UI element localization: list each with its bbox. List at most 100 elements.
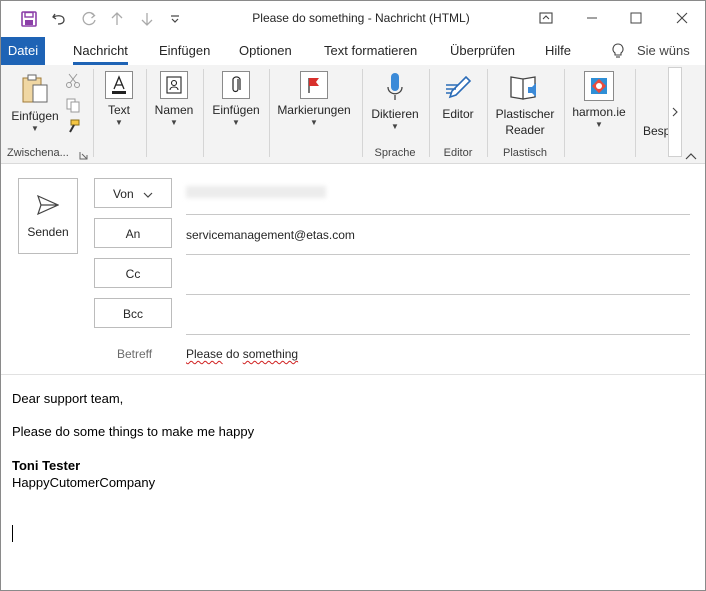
- tab-file[interactable]: Datei: [1, 37, 45, 65]
- paperclip-icon: [222, 71, 250, 99]
- from-address-redacted: [186, 186, 326, 198]
- meeting-button-partial[interactable]: Besp: [643, 123, 671, 139]
- from-button[interactable]: Von: [94, 178, 172, 208]
- tab-format-text[interactable]: Text formatieren: [324, 37, 417, 65]
- compose-header: Senden Von An servicemanagement@etas.com…: [1, 164, 705, 374]
- group-label-immersive: Plastisch: [502, 147, 548, 159]
- editor-label: Editor: [442, 107, 474, 121]
- ribbon-separator: [487, 69, 488, 157]
- text-label: Text: [107, 103, 130, 117]
- harmonie-icon: [584, 71, 614, 101]
- ribbon-separator: [146, 69, 147, 157]
- minimize-button[interactable]: [577, 5, 607, 31]
- from-underline: [186, 214, 690, 215]
- subject-word: do: [222, 347, 243, 361]
- tags-label: Markierungen: [277, 103, 351, 117]
- immersive-reader-button[interactable]: Plastischer Reader: [491, 71, 559, 138]
- customize-toolbar-icon[interactable]: [165, 9, 185, 29]
- outlook-compose-window: Please do something - Nachricht (HTML) D…: [0, 0, 706, 591]
- arrow-up-icon[interactable]: [107, 9, 127, 29]
- insert-label: Einfügen: [212, 103, 260, 117]
- subject-field[interactable]: Please do something: [186, 347, 298, 361]
- editor-pen-icon: [434, 71, 482, 103]
- header-body-divider: [1, 374, 705, 375]
- ribbon-separator: [635, 69, 636, 157]
- dictate-label: Diktieren: [371, 107, 419, 121]
- flag-icon: [300, 71, 328, 99]
- bcc-field[interactable]: [186, 302, 690, 330]
- title-bar: Please do something - Nachricht (HTML): [1, 1, 705, 37]
- send-button[interactable]: Senden: [18, 178, 78, 254]
- tell-me-label: Sie wüns: [637, 43, 690, 58]
- to-field[interactable]: servicemanagement@etas.com: [186, 228, 355, 242]
- microphone-icon: [367, 71, 423, 103]
- harmonie-button[interactable]: harmon.ie ▼: [569, 71, 629, 130]
- ribbon-separator: [362, 69, 363, 157]
- text-button[interactable]: Text ▼: [99, 71, 139, 128]
- cc-button[interactable]: Cc: [94, 258, 172, 288]
- chevron-down-icon: ▼: [391, 122, 399, 131]
- chevron-down-icon: ▼: [595, 120, 603, 129]
- window-title: Please do something - Nachricht (HTML): [252, 11, 470, 25]
- redo-icon[interactable]: [79, 9, 99, 29]
- text-cursor: [12, 525, 13, 542]
- immersive-reader-icon: [491, 71, 559, 103]
- tab-options[interactable]: Optionen: [239, 37, 292, 65]
- undo-icon[interactable]: [49, 9, 69, 29]
- body-greeting: Dear support team,: [12, 391, 124, 406]
- tab-review[interactable]: Überprüfen: [450, 37, 515, 65]
- format-painter-icon[interactable]: [65, 119, 81, 138]
- save-icon[interactable]: [19, 9, 39, 29]
- cc-field[interactable]: [186, 262, 690, 290]
- tags-button[interactable]: Markierungen ▼: [275, 71, 353, 128]
- collapse-ribbon-icon[interactable]: [685, 149, 697, 163]
- editor-button[interactable]: Editor: [434, 71, 482, 122]
- dialog-launcher-icon[interactable]: [79, 149, 88, 163]
- ribbon-display-options-icon[interactable]: [531, 5, 561, 31]
- maximize-button[interactable]: [621, 5, 651, 31]
- ribbon-separator: [429, 69, 430, 157]
- to-underline: [186, 254, 690, 255]
- ribbon-separator: [93, 69, 94, 157]
- insert-button[interactable]: Einfügen ▼: [209, 71, 263, 128]
- bcc-button[interactable]: Bcc: [94, 298, 172, 328]
- signature-name: Toni Tester: [12, 458, 81, 473]
- dictate-button[interactable]: Diktieren ▼: [367, 71, 423, 132]
- chevron-down-icon: ▼: [310, 118, 318, 127]
- arrow-down-icon[interactable]: [137, 9, 157, 29]
- cc-underline: [186, 294, 690, 295]
- subject-word-misspelled: Please: [186, 347, 223, 361]
- tab-insert[interactable]: Einfügen: [159, 37, 210, 65]
- tab-message[interactable]: Nachricht: [73, 37, 128, 65]
- chevron-down-icon: ▼: [31, 124, 39, 133]
- from-label: Von: [112, 187, 134, 201]
- ribbon-separator: [269, 69, 270, 157]
- font-icon: [105, 71, 133, 99]
- close-button[interactable]: [667, 5, 697, 31]
- chevron-down-icon: [143, 192, 153, 198]
- chevron-right-icon: [672, 107, 678, 117]
- paste-label: Einfügen: [11, 109, 59, 123]
- clipboard-icon: [22, 74, 48, 103]
- tab-help[interactable]: Hilfe: [545, 37, 571, 65]
- chevron-down-icon: ▼: [170, 118, 178, 127]
- address-book-icon: [160, 71, 188, 99]
- paste-button[interactable]: Einfügen ▼: [7, 73, 63, 134]
- immersive-reader-label-1: Plastischer: [495, 107, 555, 121]
- ribbon-tabs: Datei Nachricht Einfügen Optionen Text f…: [1, 37, 705, 65]
- subject-label: Betreff: [117, 347, 153, 361]
- group-clipboard: Einfügen ▼ Zwischena...: [1, 65, 93, 163]
- signature-company: HappyCutomerCompany: [12, 475, 156, 490]
- ribbon-scroll-right-button[interactable]: [668, 67, 682, 157]
- names-button[interactable]: Namen ▼: [151, 71, 197, 128]
- body-line: Please do some things to make me happy: [12, 424, 255, 439]
- cut-icon[interactable]: [65, 73, 81, 92]
- chevron-down-icon: ▼: [232, 118, 240, 127]
- ribbon-separator: [203, 69, 204, 157]
- copy-icon[interactable]: [65, 97, 81, 116]
- to-button[interactable]: An: [94, 218, 172, 248]
- send-icon: [37, 195, 59, 215]
- group-label-clipboard: Zwischena...: [7, 147, 69, 159]
- tell-me-search[interactable]: Sie wüns: [611, 37, 690, 65]
- names-label: Namen: [154, 103, 194, 117]
